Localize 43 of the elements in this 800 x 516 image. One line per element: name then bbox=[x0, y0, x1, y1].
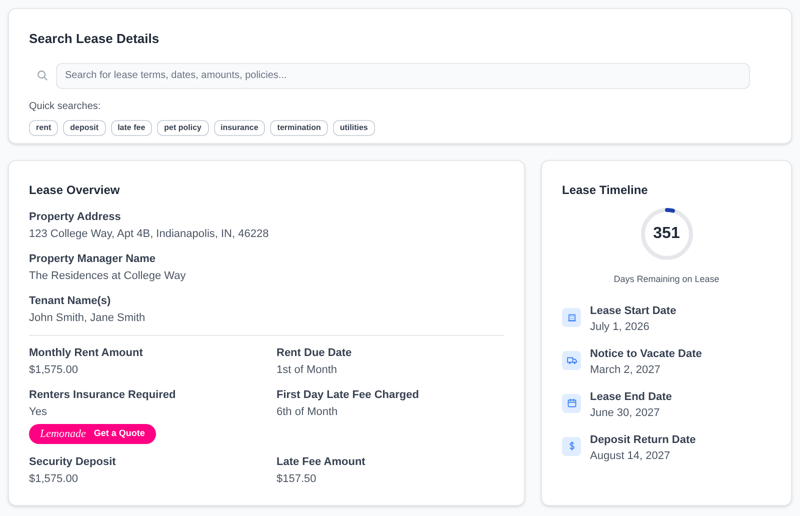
field-label: Tenant Name(s) bbox=[29, 294, 112, 308]
field-value: $1,575.00 bbox=[29, 472, 79, 486]
calendar-icon bbox=[566, 397, 578, 409]
field-value: Yes bbox=[29, 405, 48, 419]
quick-search-chip[interactable]: deposit bbox=[63, 120, 106, 136]
field-label: First Day Late Fee Charged bbox=[276, 388, 420, 402]
search-icon bbox=[37, 70, 48, 81]
quick-search-chip[interactable]: late fee bbox=[110, 120, 152, 136]
field-label: Security Deposit bbox=[29, 455, 117, 469]
field-value: The Residences at College Way bbox=[29, 269, 187, 283]
field-value: 1st of Month bbox=[276, 363, 338, 377]
field-label: Property Manager Name bbox=[29, 252, 157, 266]
field-value: $157.50 bbox=[276, 472, 318, 486]
event-date: June 30, 2027 bbox=[590, 406, 661, 420]
section-title: Lease Timeline bbox=[562, 182, 649, 199]
event-label: Lease End Date bbox=[590, 390, 672, 404]
field-value: $1,575.00 bbox=[29, 363, 79, 377]
quick-search-chip[interactable]: utilities bbox=[332, 120, 375, 136]
field-label: Monthly Rent Amount bbox=[29, 346, 144, 360]
event-date: March 2, 2027 bbox=[590, 362, 662, 376]
field-label: Late Fee Amount bbox=[276, 455, 366, 469]
quick-searches-label: Quick searches: bbox=[29, 100, 102, 114]
event-label: Lease Start Date bbox=[590, 304, 676, 318]
field-label: Rent Due Date bbox=[276, 346, 353, 360]
quick-search-chip[interactable]: insurance bbox=[214, 120, 266, 136]
get-quote-button[interactable]: Lemonade Get a Quote bbox=[29, 424, 156, 444]
section-title: Search Lease Details bbox=[29, 30, 160, 48]
quick-search-chip[interactable]: pet policy bbox=[157, 120, 208, 136]
quick-search-chip[interactable]: termination bbox=[270, 120, 328, 136]
days-label: Days Remaining on Lease bbox=[614, 273, 720, 286]
field-value: 123 College Way, Apt 4B, Indianapolis, IN, 46228 bbox=[29, 227, 270, 241]
event-label: Deposit Return Date bbox=[590, 432, 696, 446]
event-date: July 1, 2026 bbox=[590, 320, 650, 334]
field-label: Property Address bbox=[29, 210, 122, 224]
days-count: 351 bbox=[653, 224, 680, 244]
section-title: Lease Overview bbox=[29, 182, 121, 199]
field-value: 6th of Month bbox=[276, 405, 339, 419]
field-value: John Smith, Jane Smith bbox=[29, 311, 146, 325]
search-field[interactable]: Search for lease terms, dates, amounts, policies... bbox=[56, 62, 750, 88]
quick-search-chip[interactable]: rent bbox=[29, 120, 58, 136]
event-date: August 14, 2027 bbox=[590, 448, 672, 462]
event-label: Notice to Vacate Date bbox=[590, 346, 702, 360]
field-label: Renters Insurance Required bbox=[29, 388, 177, 402]
